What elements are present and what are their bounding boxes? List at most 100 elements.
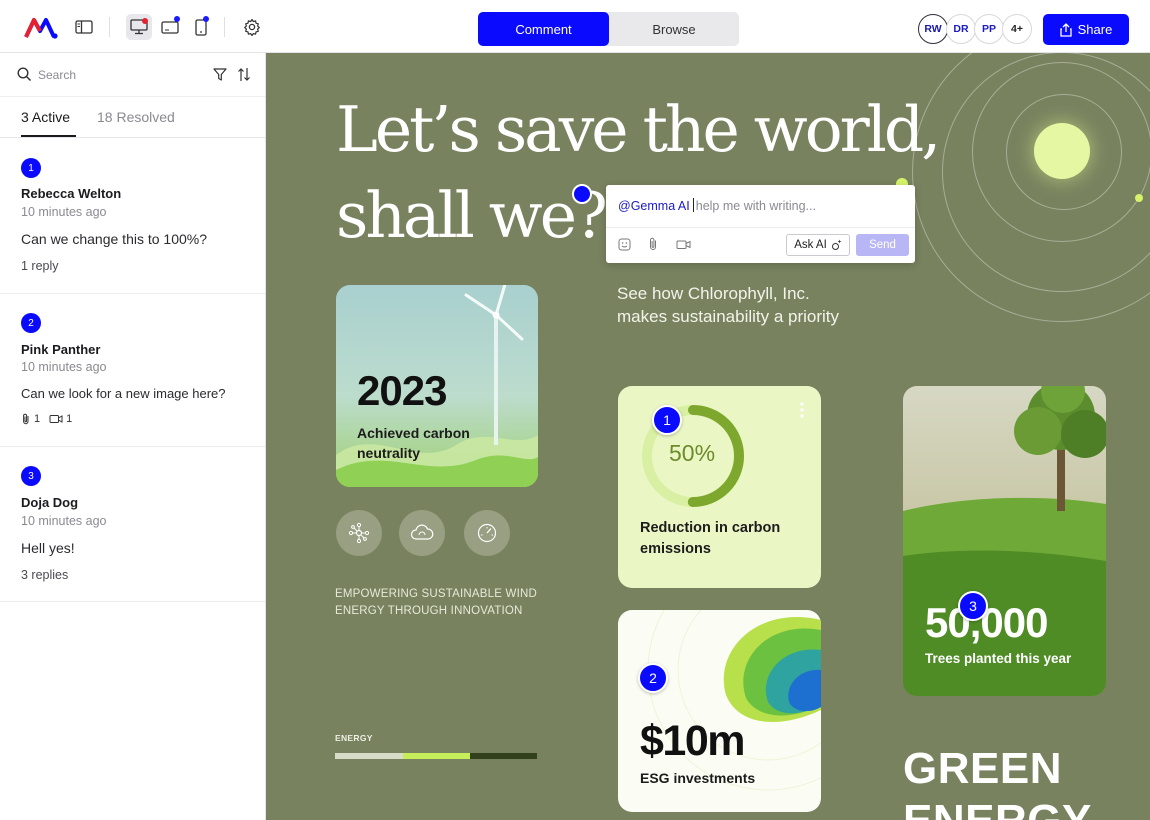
energy-progress-bar [335,753,537,759]
notification-dot [203,16,209,22]
avatar[interactable]: PP [974,14,1004,44]
tab-resolved[interactable]: 18 Resolved [97,109,175,125]
comment-item[interactable]: 3 Doja Dog 10 minutes ago Hell yes! 3 re… [0,447,265,602]
network-icon[interactable] [336,510,382,556]
energy-label: ENERGY [335,733,373,743]
video-icon [49,415,63,423]
energy-bar-segment [335,753,403,759]
divider [224,17,225,37]
composer-placeholder: help me with writing... [695,199,816,213]
sort-icon[interactable] [237,67,251,87]
comment-text: Can we look for a new image here? [21,386,226,401]
search-input[interactable] [38,65,198,85]
design-canvas[interactable]: Let’s save the world, shall we? See how … [266,53,1150,820]
notification-dot [142,18,148,24]
text-cursor [692,198,694,212]
tab-active[interactable]: 3 Active [21,109,70,125]
tablet-icon[interactable] [159,16,181,38]
filter-icon[interactable] [213,68,227,86]
carbon-neutrality-card[interactable]: 2023 Achieved carbon neutrality [336,285,538,487]
divider [606,227,915,228]
percent-caption: Reduction in carbon emissions [640,520,781,557]
more-options-icon[interactable] [800,402,804,418]
reply-count[interactable]: 3 replies [21,568,68,582]
emoji-icon[interactable] [616,236,632,252]
comment-number-badge: 3 [21,466,41,486]
avatar[interactable]: DR [946,14,976,44]
subtitle: See how Chlorophyll, Inc. makes sustaina… [617,282,839,328]
share-label: Share [1077,22,1113,37]
share-button[interactable]: Share [1043,14,1129,45]
esg-investments-card[interactable]: $10m ESG investments [618,610,821,812]
paperclip-icon [23,413,29,425]
comment-input[interactable]: @Gemma AI help me with writing... [618,198,816,213]
divider [109,17,110,37]
comment-time: 10 minutes ago [21,205,107,219]
tab-comment[interactable]: Comment [478,12,609,46]
comment-number-badge: 1 [21,158,41,178]
ai-sparkle-icon [831,239,842,250]
comment-author: Pink Panther [21,342,101,357]
comment-composer: @Gemma AI help me with writing... Ask AI … [606,185,915,263]
video-icon[interactable] [675,236,691,252]
top-toolbar: Comment Browse RW DR PP 4+ Share [0,0,1150,53]
subtitle-line-2: makes sustainability a priority [617,307,840,326]
reply-count[interactable]: 1 reply [21,259,59,273]
ask-ai-label: Ask AI [794,239,827,251]
tree-image [903,386,1106,696]
video-count: 1 [66,413,73,425]
tagline-line-2: ENERGY THROUGH INNOVATION [335,605,523,617]
new-comment-pin[interactable] [572,184,592,204]
comment-pin[interactable]: 2 [638,663,668,693]
tab-browse[interactable]: Browse [609,12,739,46]
comment-text: Hell yes! [21,540,75,556]
year-stat: 2023 [357,367,447,414]
gauge-icon[interactable] [464,510,510,556]
more-collaborators[interactable]: 4+ [1002,14,1032,44]
sidebar-panel-icon[interactable] [73,16,95,38]
comment-tabs: 3 Active 18 Resolved [0,97,265,138]
search-icon [17,67,32,87]
comment-pin[interactable]: 1 [652,405,682,435]
tab-underline [21,135,76,137]
share-icon [1059,22,1072,37]
notification-dot [174,16,180,22]
cloud-icon[interactable] [399,510,445,556]
comment-attachments[interactable]: 1 1 [21,413,72,425]
paperclip-icon[interactable] [645,236,661,252]
empower-tagline: EMPOWERING SUSTAINABLE WIND ENERGY THROU… [335,586,537,620]
green-energy-line-1: GREEN [903,744,1062,793]
green-energy-line-2: ENERGY [903,795,1092,820]
gear-icon[interactable] [241,16,263,38]
investment-caption: ESG investments [640,770,756,786]
subtitle-line-1: See how Chlorophyll, Inc. [617,284,810,303]
ask-ai-button[interactable]: Ask AI [786,234,850,256]
investment-value: $10m [640,717,745,765]
comment-item[interactable]: 1 Rebecca Welton 10 minutes ago Can we c… [0,139,265,294]
carbon-reduction-card[interactable]: 50% Reduction in carbon emissions [618,386,821,588]
comment-number-badge: 2 [21,313,41,333]
avatar[interactable]: RW [918,14,948,44]
mode-switch: Comment Browse [478,12,739,46]
comment-author: Doja Dog [21,495,79,510]
comment-author: Rebecca Welton [21,186,122,201]
orbit-dot [1135,194,1143,202]
comment-pin[interactable]: 3 [958,591,988,621]
comment-item[interactable]: 2 Pink Panther 10 minutes ago Can we loo… [0,294,265,447]
file-count: 1 [34,413,41,425]
sun-graphic [1034,123,1090,179]
ai-mention: @Gemma AI [618,199,690,213]
comment-time: 10 minutes ago [21,360,107,374]
trees-caption: Trees planted this year [925,651,1072,666]
mobile-icon[interactable] [190,16,212,38]
search-bar [0,53,265,97]
trees-planted-card[interactable]: 50,000 Trees planted this year [903,386,1106,696]
desktop-icon[interactable] [126,14,152,40]
comment-text: Can we change this to 100%? [21,231,208,247]
comment-time: 10 minutes ago [21,514,107,528]
send-button[interactable]: Send [856,234,909,256]
year-caption: Achieved carbon neutrality [357,425,470,461]
brand-logo[interactable] [24,15,58,41]
energy-bar-segment [402,753,471,759]
tagline-line-1: EMPOWERING SUSTAINABLE WIND [335,588,537,600]
